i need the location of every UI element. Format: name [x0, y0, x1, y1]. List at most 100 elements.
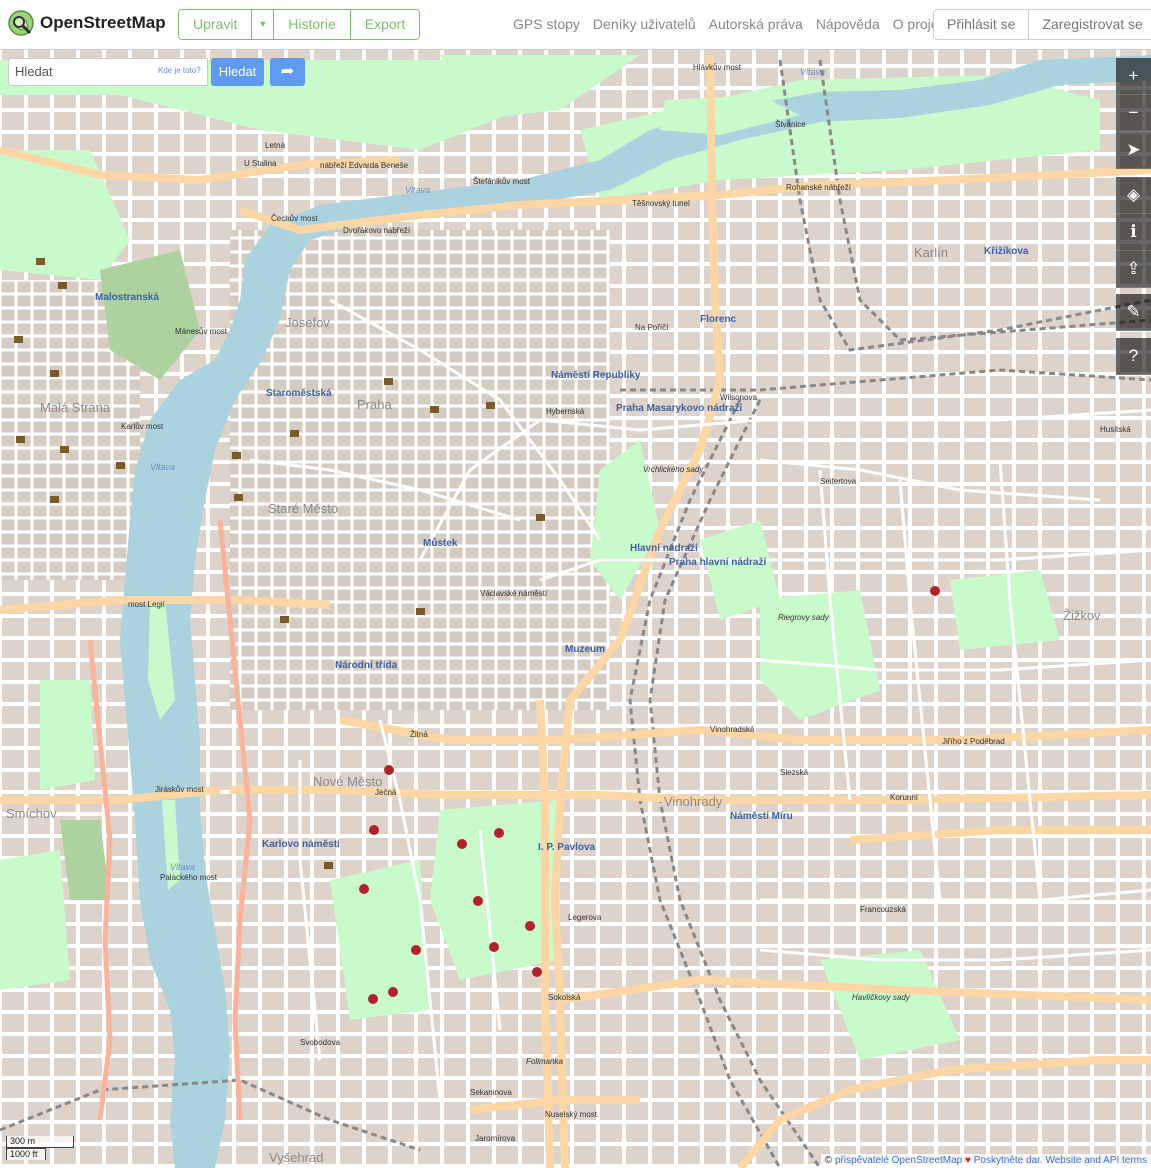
- road-label: Hybernská: [546, 407, 585, 416]
- road-label: Václavské náměstí: [480, 589, 548, 598]
- water-label: Vltava: [150, 462, 175, 472]
- nav-links: GPS stopy Deníky uživatelů Autorská práv…: [513, 16, 970, 32]
- station-label: Národní třída: [335, 660, 398, 671]
- edit-button[interactable]: Upravit: [179, 10, 253, 39]
- bridge-label: Štefánikův most: [473, 177, 531, 186]
- locate-icon[interactable]: ➤: [1116, 132, 1151, 169]
- station-label: Náměstí Míru: [730, 811, 793, 822]
- map-canvas[interactable]: Josefov Praha Malá Strana Staré Město Ka…: [0, 50, 1151, 1168]
- road-label: Seifertova: [820, 477, 857, 486]
- info-icon[interactable]: ℹ: [1116, 214, 1151, 251]
- district-label: Vinohrady: [664, 794, 723, 809]
- export-button[interactable]: Export: [350, 10, 420, 39]
- search-bar: Hledat Kde je toto? Hledat ➦: [8, 58, 305, 86]
- water-label: Vltava: [800, 67, 825, 77]
- road-label: Jaromírova: [475, 1134, 516, 1143]
- station-label: Praha hlavní nádraží: [669, 557, 767, 568]
- scale-bar: 300 m 1000 ft: [6, 1136, 74, 1160]
- water-label: Vltava: [405, 185, 430, 195]
- signup-button[interactable]: Zaregistrovat se: [1029, 10, 1151, 39]
- bridge-label: Nuselský most: [545, 1110, 598, 1119]
- district-label: Malá Strana: [40, 400, 111, 415]
- road-label: Ječná: [375, 788, 397, 797]
- district-label: Vyšehrad: [269, 1150, 323, 1165]
- district-label: Nové Město: [313, 774, 382, 789]
- station-label: Můstek: [423, 537, 458, 549]
- road-label: Jiřího z Poděbrad: [942, 737, 1005, 746]
- road-label: Wilsonova: [720, 393, 757, 402]
- road-label: Na Poříčí: [635, 323, 669, 332]
- bridge-label: Palackého most: [160, 873, 218, 882]
- district-label: Staré Město: [268, 501, 338, 516]
- contributors-link[interactable]: přispěvatelé OpenStreetMap: [835, 1155, 962, 1166]
- island-label: Štvanice: [775, 120, 806, 129]
- bridge-label: Mánesův most: [175, 327, 228, 336]
- attribution: © přispěvatelé OpenStreetMap ♥ Poskytnět…: [820, 1154, 1151, 1167]
- district-label: Praha: [357, 397, 392, 412]
- road-label: nábřeží Edvarda Beneše: [320, 161, 409, 170]
- share-icon[interactable]: ⇪: [1116, 251, 1151, 288]
- water-label: Vltava: [170, 862, 195, 872]
- scale-imperial: 1000 ft: [6, 1148, 46, 1160]
- nav-copyright[interactable]: Autorská práva: [709, 16, 803, 32]
- edit-dropdown-icon[interactable]: ▼: [252, 10, 275, 39]
- copyright-symbol: ©: [824, 1155, 833, 1166]
- zoom-in-icon[interactable]: +: [1116, 58, 1151, 95]
- park-label: Folimanka: [526, 1057, 563, 1066]
- bridge-label: most Legií: [128, 600, 166, 609]
- donate-link[interactable]: Poskytněte dar.: [974, 1155, 1043, 1166]
- search-button[interactable]: Hledat: [211, 58, 264, 86]
- station-label: Praha Masarykovo nádraží: [616, 403, 743, 414]
- district-label: Smíchov: [6, 806, 57, 821]
- nav-gps-traces[interactable]: GPS stopy: [513, 16, 580, 32]
- nav-help[interactable]: Nápověda: [816, 16, 880, 32]
- query-control: ?: [1116, 338, 1151, 375]
- park-label: U Stalina: [244, 159, 277, 168]
- station-label: Staroměstská: [266, 388, 332, 399]
- query-icon[interactable]: ?: [1116, 338, 1151, 375]
- history-button[interactable]: Historie: [274, 10, 351, 39]
- road-label: Rohanské nábřeží: [786, 183, 852, 192]
- road-label: Žitná: [410, 730, 428, 739]
- header: OpenStreetMap Upravit ▼ Historie Export …: [0, 0, 1151, 50]
- district-label: Josefov: [285, 315, 330, 330]
- user-buttons: Přihlásit se Zaregistrovat se: [933, 9, 1151, 40]
- map-svg[interactable]: Josefov Praha Malá Strana Staré Město Ka…: [0, 50, 1151, 1168]
- station-label: Hlavní nádraží: [630, 543, 699, 554]
- scale-metric: 300 m: [6, 1136, 74, 1148]
- layer-controls: ◈ ℹ ⇪: [1116, 177, 1151, 288]
- station-label: Muzeum: [565, 644, 605, 655]
- bridge-label: Jiráskův most: [155, 785, 205, 794]
- note-icon[interactable]: ✎: [1116, 294, 1151, 331]
- bridge-label: Karlův most: [121, 422, 164, 431]
- logo[interactable]: OpenStreetMap: [8, 10, 166, 36]
- note-control: ✎: [1116, 294, 1151, 331]
- station-label: Malostranská: [95, 292, 159, 303]
- road-label: Husitská: [1100, 425, 1131, 434]
- logo-text: OpenStreetMap: [40, 13, 166, 32]
- login-button[interactable]: Přihlásit se: [934, 10, 1030, 39]
- station-label: Křižíkova: [984, 246, 1029, 257]
- station-label: Florenc: [700, 314, 737, 325]
- directions-icon[interactable]: ➦: [270, 58, 305, 86]
- park-label: Havlíčkovy sady: [852, 993, 911, 1002]
- station-label: I. P. Pavlova: [538, 842, 596, 853]
- heart-icon: ♥: [965, 1155, 971, 1166]
- bridge-label: Hlávkův most: [693, 63, 742, 72]
- layers-icon[interactable]: ◈: [1116, 177, 1151, 214]
- road-label: Těšnovský tunel: [632, 199, 690, 208]
- station-label: Náměstí Republiky: [551, 370, 641, 381]
- road-label: Sekaninova: [470, 1088, 512, 1097]
- road-label: Dvořákovo nábřeží: [343, 226, 411, 235]
- terms-link[interactable]: Website and API terms: [1045, 1155, 1147, 1166]
- district-label: Žižkov: [1063, 608, 1101, 623]
- park-label: Riegrovy sady: [778, 613, 830, 622]
- road-label: Sokolská: [548, 993, 581, 1002]
- where-is-this-link[interactable]: Kde je toto?: [158, 66, 201, 75]
- nav-user-diaries[interactable]: Deníky uživatelů: [593, 16, 696, 32]
- station-label: Karlovo náměstí: [262, 839, 341, 850]
- zoom-out-icon[interactable]: −: [1116, 95, 1151, 132]
- osm-logo-icon: [8, 10, 34, 36]
- bridge-label: Čechův most: [271, 214, 318, 223]
- district-label: Karlín: [914, 245, 948, 260]
